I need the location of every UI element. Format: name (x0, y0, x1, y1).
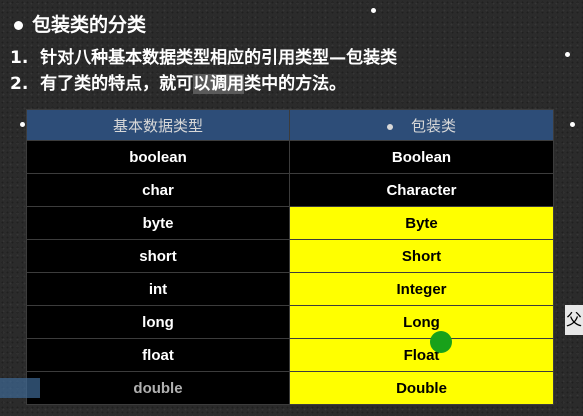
table-row: char Character (26, 173, 554, 207)
wrapper-cell: Character (289, 173, 554, 207)
table-row: float Float (26, 338, 554, 372)
primitive-cell: int (26, 272, 290, 306)
header-wrapper-label: 包装类 (410, 116, 456, 135)
bullet-icon (386, 123, 393, 130)
title-text: 包装类的分类 (32, 14, 147, 36)
point-number: 2. (10, 74, 29, 94)
table-row: double Double (26, 371, 554, 405)
point-1: 1. 针对八种基本数据类型相应的引用类型—包装类 (10, 43, 397, 68)
table-row: short Short (26, 239, 554, 273)
primitive-cell: long (26, 305, 290, 339)
point-text: 有了类的特点，就可 (40, 74, 194, 94)
highlighted-text: 以调用 (193, 74, 245, 94)
wrapper-cell: Short (289, 239, 554, 273)
wrapper-cell: Double (289, 371, 554, 405)
wrapper-cell: Long (289, 305, 554, 339)
wrapper-cell: Integer (289, 272, 554, 306)
point-text: 类中的方法。 (244, 74, 347, 94)
primitive-cell: float (26, 338, 290, 372)
decorative-dot (371, 8, 376, 13)
side-glyph: 父 (565, 305, 583, 335)
point-text: 针对八种基本数据类型相应的引用类型—包装类 (40, 48, 398, 68)
table-row: byte Byte (26, 206, 554, 240)
table-row: boolean Boolean (26, 140, 554, 174)
header-primitive: 基本数据类型 (26, 109, 290, 141)
pointer-cursor-icon (430, 331, 452, 353)
primitive-cell: double (26, 371, 290, 405)
table-header-row: 基本数据类型 包装类 (26, 109, 554, 141)
bullet-icon (14, 21, 23, 30)
wrapper-cell: Float (289, 338, 554, 372)
table-row: long Long (26, 305, 554, 339)
decorative-dot (565, 52, 570, 57)
wrapper-class-table: 基本数据类型 包装类 boolean Boolean char Character … (26, 109, 554, 405)
wrapper-cell: Byte (289, 206, 554, 240)
table-row: int Integer (26, 272, 554, 306)
primitive-cell: char (26, 173, 290, 207)
decorative-dot (20, 122, 25, 127)
header-wrapper: 包装类 (289, 109, 554, 141)
primitive-cell: byte (26, 206, 290, 240)
primitive-cell: short (26, 239, 290, 273)
page-title: 包装类的分类 (14, 10, 146, 37)
video-progress-bar[interactable] (0, 378, 40, 398)
decorative-dot (570, 122, 575, 127)
primitive-cell: boolean (26, 140, 290, 174)
point-number: 1. (10, 48, 29, 68)
wrapper-cell: Boolean (289, 140, 554, 174)
point-2: 2. 有了类的特点，就可以调用类中的方法。 (10, 69, 346, 94)
